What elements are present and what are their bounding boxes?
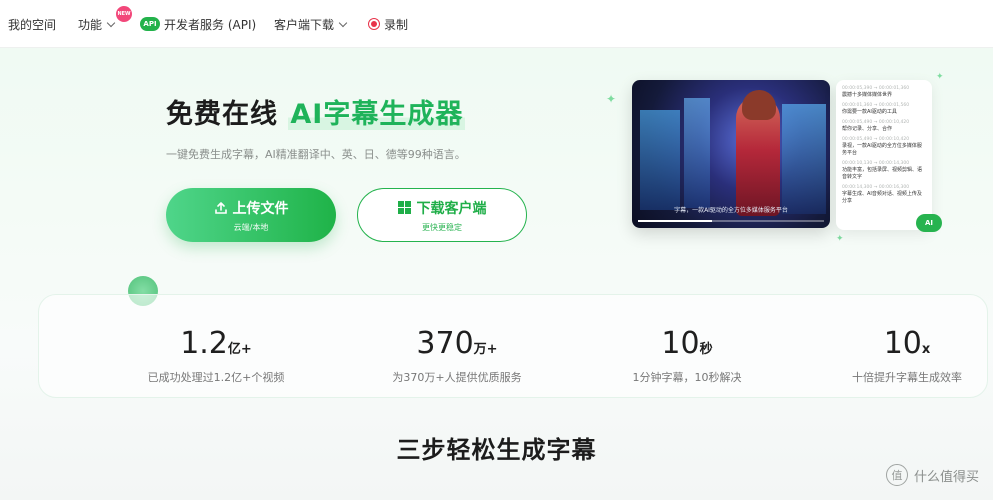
hero-title-prefix: 免费在线	[166, 99, 278, 130]
nav-client-download-label: 客户端下载	[274, 17, 335, 32]
nav-client-download[interactable]: 客户端下载	[274, 0, 348, 48]
chevron-down-icon	[106, 18, 116, 27]
subtitle-entry: 00:00:14,300 → 00:00:16,300 字幕生成、AI音频对话、…	[842, 185, 926, 205]
sparkle-icon: ✦	[836, 234, 844, 244]
stat-videos: 1.2亿+ 已成功处理过1.2亿+个视频	[116, 326, 316, 385]
subtitle-entry: 00:00:05,490 → 00:00:10,420 帮你记录、分享、合作	[842, 120, 926, 133]
stat-value: 370	[416, 326, 474, 361]
windows-icon	[397, 201, 411, 214]
nav-my-space[interactable]: 我的空间	[8, 0, 56, 48]
subtitle-text: 震撼十多媒体媒体世界	[842, 92, 893, 98]
video-preview: 字幕，一款AI驱动的全方位多媒体服务平台	[632, 80, 830, 228]
nav-record[interactable]: 录制	[368, 0, 408, 48]
preview-building	[640, 110, 680, 210]
stat-value: 10	[883, 326, 922, 361]
download-button-main: 下载客户端	[397, 198, 487, 218]
watermark-text: 什么值得买	[913, 469, 979, 485]
api-icon: API	[140, 17, 160, 31]
subtitle-entry: 00:00:01,360 → 00:00:01,560 你需要一款AI驱动的工具	[842, 103, 926, 116]
preview-caption: 字幕，一款AI驱动的全方位多媒体服务平台	[674, 207, 788, 214]
download-button-label: 下载客户端	[416, 200, 487, 217]
subtitle-entry: 00:00:05,490 → 00:00:10,420 录视，一款AI驱动的全方…	[842, 137, 926, 157]
section-title: 三步轻松生成字幕	[396, 436, 597, 464]
top-navbar: 我的空间 功能 NEW API 开发者服务 (API) 客户端下载 录制	[0, 0, 993, 48]
stat-unit: 秒	[699, 342, 713, 357]
stat-unit: 亿+	[227, 342, 252, 357]
stat-speed: 10秒 1分钟字幕，10秒解决	[587, 326, 787, 385]
stat-efficiency: 10x 十倍提升字幕生成效率	[807, 326, 993, 385]
nav-developer-api[interactable]: API 开发者服务 (API)	[140, 0, 256, 48]
stat-number: 370万+	[357, 326, 557, 361]
stat-description: 为370万+人提供优质服务	[392, 371, 522, 384]
stat-number: 10秒	[587, 326, 787, 361]
download-client-button[interactable]: 下载客户端 更快更稳定	[357, 188, 527, 242]
watermark: 值 什么值得买	[885, 464, 979, 486]
upload-button-main: 上传文件	[214, 198, 289, 218]
download-button-sub: 更快更稳定	[422, 222, 462, 232]
hero-title: 免费在线 AI字幕生成器	[166, 92, 466, 131]
subtitle-list-panel: 00:00:05,390 → 00:00:01,360 震撼十多媒体媒体世界 0…	[836, 80, 932, 230]
nav-features-label: 功能	[78, 17, 103, 32]
stat-users: 370万+ 为370万+人提供优质服务	[357, 326, 557, 385]
ai-cloud-icon: AI	[916, 214, 942, 232]
nav-features[interactable]: 功能	[78, 0, 116, 48]
subtitle-text: 字幕生成、AI音频对话、视频上传及分享	[842, 191, 922, 204]
preview-character-hair	[742, 90, 776, 120]
preview-building	[684, 98, 710, 208]
stat-unit: 万+	[473, 342, 498, 357]
sparkle-icon: ✦	[936, 72, 944, 82]
upload-button-sub: 云端/本地	[233, 222, 269, 232]
watermark-logo-icon: 值	[885, 464, 908, 486]
nav-my-space-label: 我的空间	[8, 17, 57, 32]
record-icon	[368, 18, 380, 30]
subtitle-text: 录视，一款AI驱动的全方位多媒体服务平台	[842, 143, 922, 156]
sparkle-icon: ✦	[606, 92, 617, 106]
subtitle-entry: 00:00:10,130 → 00:00:14,300 功能丰富，包括录屏、视频…	[842, 161, 926, 181]
stat-description: 1分钟字幕，10秒解决	[632, 371, 742, 384]
stat-number: 1.2亿+	[116, 326, 316, 361]
new-badge: NEW	[116, 6, 132, 22]
subtitle-text: 你需要一款AI驱动的工具	[842, 109, 897, 115]
nav-record-label: 录制	[384, 17, 409, 32]
subtitle-text: 功能丰富，包括录屏、视频剪辑、语音转文字	[842, 167, 923, 180]
hero-title-highlight: AI字幕生成器	[288, 99, 466, 130]
chevron-down-icon	[338, 18, 348, 27]
stat-description: 已成功处理过1.2亿+个视频	[147, 371, 285, 384]
subtitle-text: 帮你记录、分享、合作	[842, 126, 893, 132]
stat-value: 10	[661, 326, 700, 361]
upload-button-label: 上传文件	[232, 200, 289, 217]
preview-progress-bar	[638, 220, 824, 222]
preview-building	[782, 104, 826, 214]
upload-icon	[214, 201, 227, 214]
subtitle-entry: 00:00:05,390 → 00:00:01,360 震撼十多媒体媒体世界	[842, 86, 926, 99]
nav-developer-api-label: 开发者服务 (API)	[164, 17, 257, 32]
stat-number: 10x	[807, 326, 993, 361]
stat-value: 1.2	[180, 326, 228, 361]
stat-description: 十倍提升字幕生成效率	[852, 371, 962, 384]
upload-file-button[interactable]: 上传文件 云端/本地	[166, 188, 336, 242]
stat-unit: x	[921, 342, 931, 357]
hero-subtitle: 一键免费生成字幕，AI精准翻译中、英、日、德等99种语言。	[166, 148, 466, 161]
